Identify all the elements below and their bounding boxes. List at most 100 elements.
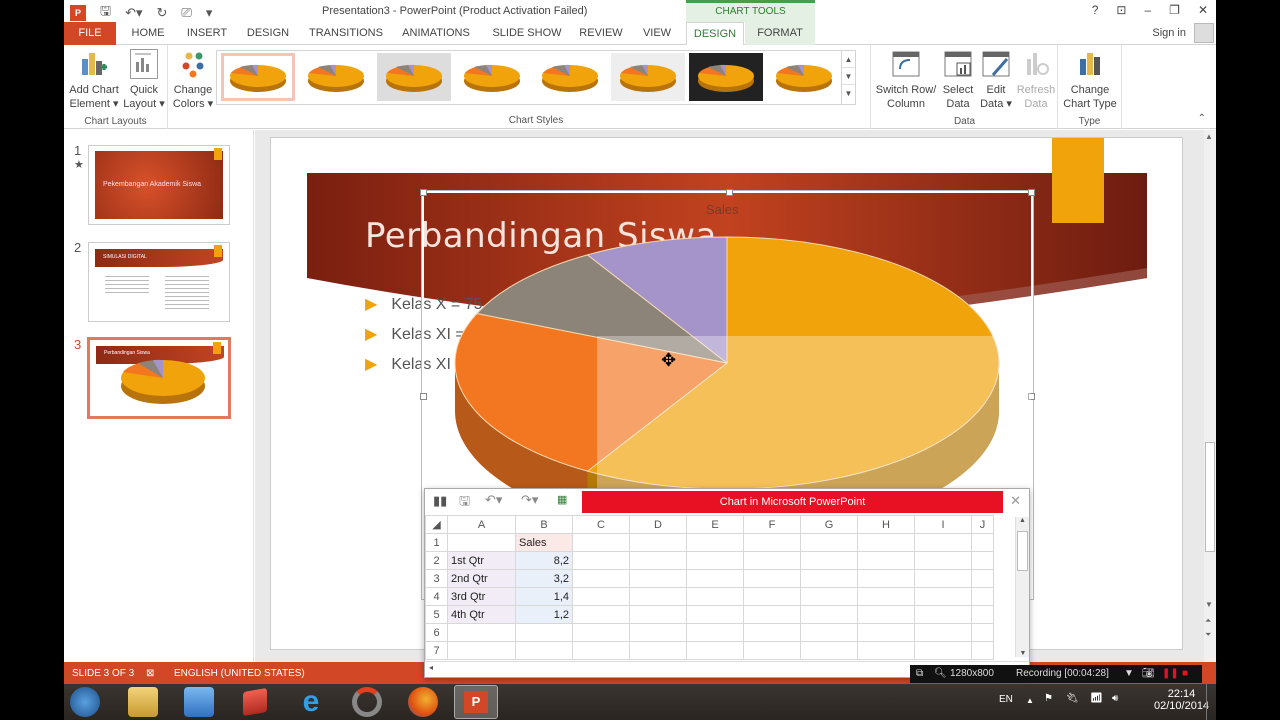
slide-thumbnail-3[interactable]: Perbandingan Siswa bbox=[87, 337, 231, 419]
tab-design[interactable]: DESIGN bbox=[240, 22, 296, 45]
cell[interactable] bbox=[515, 623, 573, 642]
column-header[interactable]: I bbox=[914, 515, 972, 534]
chart-style-option[interactable] bbox=[455, 53, 529, 101]
cell[interactable] bbox=[743, 533, 801, 552]
cell[interactable] bbox=[447, 623, 516, 642]
cell[interactable]: 1,2 bbox=[515, 605, 573, 624]
file-explorer-icon[interactable] bbox=[128, 687, 158, 717]
tab-chart-format[interactable]: FORMAT bbox=[745, 22, 815, 45]
internet-explorer-icon[interactable]: e bbox=[296, 687, 326, 717]
cell[interactable] bbox=[629, 623, 687, 642]
cell[interactable] bbox=[686, 569, 744, 588]
chart-style-option[interactable] bbox=[299, 53, 373, 101]
resize-handle[interactable] bbox=[420, 189, 427, 196]
select-all-corner[interactable]: ◢ bbox=[425, 515, 448, 534]
network-icon[interactable]: 📶︎ bbox=[1090, 693, 1103, 704]
scroll-down-icon[interactable]: ▼ bbox=[1016, 650, 1030, 657]
cell[interactable] bbox=[800, 641, 858, 660]
tab-home[interactable]: HOME bbox=[120, 22, 176, 45]
cell[interactable] bbox=[800, 623, 858, 642]
cell[interactable] bbox=[629, 605, 687, 624]
cell[interactable] bbox=[515, 641, 573, 660]
chart-style-option[interactable] bbox=[611, 53, 685, 101]
minimize-icon[interactable]: – bbox=[1144, 3, 1151, 17]
edit-in-excel-icon[interactable]: ▦ bbox=[557, 493, 567, 506]
cell[interactable] bbox=[800, 551, 858, 570]
tab-slide-show[interactable]: SLIDE SHOW bbox=[484, 22, 570, 45]
cell[interactable] bbox=[857, 641, 915, 660]
column-header[interactable]: D bbox=[629, 515, 687, 534]
cell[interactable]: 1,4 bbox=[515, 587, 573, 606]
restore-icon[interactable]: ❐ bbox=[1169, 3, 1180, 17]
cell[interactable] bbox=[572, 551, 630, 570]
chart-style-option[interactable] bbox=[689, 53, 763, 101]
cell[interactable] bbox=[572, 569, 630, 588]
row-header[interactable]: 7 bbox=[425, 641, 448, 660]
tab-view[interactable]: VIEW bbox=[632, 22, 682, 45]
cell[interactable] bbox=[971, 623, 994, 642]
close-datasheet-icon[interactable]: ✕ bbox=[1010, 493, 1021, 509]
row-header[interactable]: 5 bbox=[425, 605, 448, 624]
power-icon[interactable]: 🔌︎ bbox=[1066, 693, 1079, 704]
cell[interactable] bbox=[914, 623, 972, 642]
cell[interactable] bbox=[629, 533, 687, 552]
cell[interactable] bbox=[572, 605, 630, 624]
help-icon[interactable]: ? bbox=[1092, 3, 1099, 17]
cell[interactable] bbox=[971, 641, 994, 660]
cell[interactable] bbox=[743, 551, 801, 570]
resize-handle[interactable] bbox=[726, 189, 733, 196]
cell[interactable] bbox=[447, 641, 516, 660]
chart-style-option[interactable] bbox=[533, 53, 607, 101]
clock[interactable]: 22:14 02/10/2014 bbox=[1154, 688, 1209, 712]
ribbon-display-icon[interactable]: ⊡ bbox=[1116, 3, 1126, 17]
cell[interactable] bbox=[857, 623, 915, 642]
tab-animations[interactable]: ANIMATIONS bbox=[396, 22, 476, 45]
cell[interactable] bbox=[743, 605, 801, 624]
spell-check-icon[interactable]: ⊠ bbox=[146, 668, 154, 679]
sign-in-link[interactable]: Sign in bbox=[1152, 27, 1186, 39]
cell[interactable] bbox=[800, 605, 858, 624]
chart-style-option[interactable] bbox=[767, 53, 841, 101]
cell[interactable] bbox=[971, 587, 994, 606]
resize-handle[interactable] bbox=[1028, 189, 1035, 196]
cell[interactable]: 4th Qtr bbox=[447, 605, 516, 624]
scroll-down-icon[interactable]: ▼ bbox=[1205, 600, 1213, 609]
column-header[interactable]: G bbox=[800, 515, 858, 534]
chart-style-option[interactable] bbox=[377, 53, 451, 101]
datasheet-vscroll[interactable]: ▲ ▼ bbox=[1015, 517, 1029, 657]
save-icon[interactable]: 🖫 bbox=[100, 2, 111, 24]
show-hidden-icons[interactable]: ▲ bbox=[1026, 696, 1034, 705]
cell[interactable] bbox=[743, 569, 801, 588]
row-header[interactable]: 3 bbox=[425, 569, 448, 588]
cell[interactable] bbox=[914, 533, 972, 552]
cell[interactable] bbox=[572, 587, 630, 606]
cell[interactable] bbox=[914, 569, 972, 588]
add-chart-element-button[interactable]: Add Chart Element ▾ bbox=[66, 49, 122, 111]
gallery-more-icon[interactable]: ▼ bbox=[842, 85, 855, 102]
undo-icon[interactable]: ↶▾ bbox=[485, 492, 502, 508]
cell[interactable] bbox=[572, 623, 630, 642]
row-header[interactable]: 4 bbox=[425, 587, 448, 606]
zoom-icon[interactable]: 🔍︎ bbox=[934, 668, 947, 679]
cell[interactable] bbox=[686, 551, 744, 570]
redo-icon[interactable]: ↻ bbox=[157, 5, 168, 21]
cell[interactable] bbox=[572, 533, 630, 552]
quick-layout-button[interactable]: Quick Layout ▾ bbox=[122, 49, 166, 111]
close-icon[interactable]: ✕ bbox=[1198, 3, 1208, 17]
start-from-beginning-icon[interactable]: ⎚ bbox=[181, 5, 191, 21]
stop-icon[interactable]: ■ bbox=[1182, 668, 1188, 679]
switch-row-column-button[interactable]: Switch Row/ Column bbox=[874, 49, 938, 111]
cell[interactable] bbox=[857, 551, 915, 570]
change-colors-button[interactable]: Change Colors ▾ bbox=[172, 49, 214, 111]
cell[interactable] bbox=[743, 587, 801, 606]
cell[interactable]: 3rd Qtr bbox=[447, 587, 516, 606]
vertical-scrollbar[interactable]: ▲ ▼ ⏶ ⏷ bbox=[1204, 130, 1216, 662]
scrollbar-thumb[interactable] bbox=[1017, 531, 1028, 571]
camera-icon[interactable]: 📷︎ bbox=[1142, 668, 1155, 679]
next-slide-icon[interactable]: ⏷ bbox=[1205, 630, 1211, 640]
collapse-ribbon-icon[interactable]: ⌃ bbox=[1198, 113, 1206, 124]
select-data-button[interactable]: Select Data bbox=[940, 49, 976, 111]
tab-review[interactable]: REVIEW bbox=[576, 22, 626, 45]
cell[interactable] bbox=[971, 569, 994, 588]
edit-data-button[interactable]: Edit Data ▾ bbox=[978, 49, 1014, 111]
